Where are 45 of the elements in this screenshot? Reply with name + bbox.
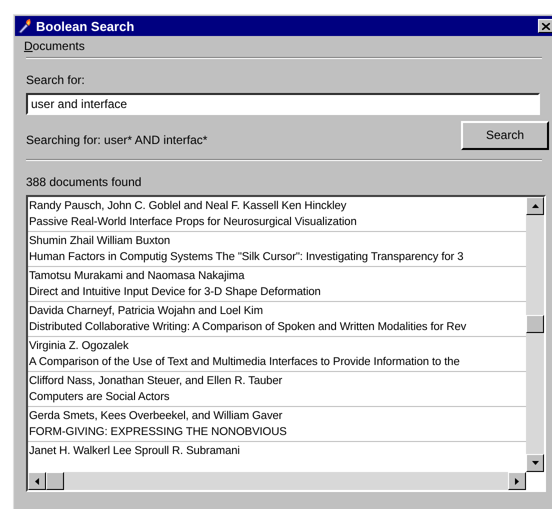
- result-item[interactable]: Virginia Z. Ogozalek A Comparison of the Use of Text and Multimedia Interfaces to Provide Information to the: [28, 337, 526, 372]
- result-item[interactable]: Randy Pausch, John C. Goblel and Neal F. Kassell Ken Hinckley Passive Real-World Interface Props for Neurosurgical Visualization: [28, 197, 526, 232]
- result-authors: Davida Charneyf, Patricia Wojahn and Loel Kim: [29, 304, 263, 319]
- result-authors: Janet H. Walkerl Lee Sproull R. Subramani: [29, 444, 240, 459]
- result-item[interactable]: Janet H. Walkerl Lee Sproull R. Subramani: [28, 442, 526, 460]
- up-arrow-icon: [532, 204, 538, 208]
- vertical-scrollbar[interactable]: [526, 197, 544, 472]
- horizontal-scrollbar[interactable]: [28, 472, 526, 490]
- right-arrow-icon: [515, 478, 519, 484]
- window-title: Boolean Search: [36, 18, 136, 34]
- result-item[interactable]: Davida Charneyf, Patricia Wojahn and Loel Kim Distributed Collaborative Writing: A Comparison of Spoken and Written Modalities for Rev: [28, 302, 526, 337]
- result-authors: Gerda Smets, Kees Overbeekel, and William Gaver: [29, 409, 282, 424]
- scroll-thumb[interactable]: [46, 472, 64, 490]
- result-authors: Virginia Z. Ogozalek: [29, 339, 129, 354]
- result-authors: Shumin Zhail William Buxton: [29, 234, 170, 249]
- scroll-down-button[interactable]: [526, 454, 544, 472]
- result-title: A Comparison of the Use of Text and Multimedia Interfaces to Provide Information to the: [29, 355, 460, 370]
- result-title: FORM-GIVING: EXPRESSING THE NONOBVIOUS: [29, 425, 287, 440]
- result-item[interactable]: Tamotsu Murakami and Naomasa Nakajima Direct and Intuitive Input Device for 3-D Shape Deformation: [28, 267, 526, 302]
- torch-icon: [17, 18, 33, 34]
- result-authors: Tamotsu Murakami and Naomasa Nakajima: [29, 269, 244, 284]
- search-label: Search for:: [26, 73, 86, 87]
- scroll-up-button[interactable]: [526, 197, 544, 215]
- result-authors: Randy Pausch, John C. Goblel and Neal F. Kassell Ken Hinckley: [29, 199, 346, 214]
- down-arrow-icon: [532, 461, 538, 465]
- close-icon: [542, 22, 550, 30]
- result-item[interactable]: Gerda Smets, Kees Overbeekel, and William Gaver FORM-GIVING: EXPRESSING THE NONOBVIOUS: [28, 407, 526, 442]
- result-title: Human Factors in Computig Systems The "Silk Cursor": Investigating Transparency for 3: [29, 250, 464, 265]
- search-status: Searching for: user* AND interfac*: [26, 133, 208, 147]
- results-count: 388 documents found: [26, 175, 142, 189]
- result-title: Distributed Collaborative Writing: A Comparison of Spoken and Written Modalities for Rev: [29, 320, 466, 335]
- result-title: Direct and Intuitive Input Device for 3-D Shape Deformation: [29, 285, 321, 300]
- result-item[interactable]: Shumin Zhail William Buxton Human Factors in Computig Systems The "Silk Cursor": Investigating Transparency for 3: [28, 232, 526, 267]
- scroll-right-button[interactable]: [508, 472, 526, 490]
- left-arrow-icon: [35, 478, 39, 484]
- scroll-left-button[interactable]: [28, 472, 46, 490]
- search-field[interactable]: user and interface: [26, 93, 540, 115]
- result-authors: Clifford Nass, Jonathan Steuer, and Ellen R. Tauber: [29, 374, 282, 389]
- result-title: Computers are Social Actors: [29, 390, 170, 405]
- result-item[interactable]: Clifford Nass, Jonathan Steuer, and Ellen R. Tauber Computers are Social Actors: [28, 372, 526, 407]
- close-button[interactable]: [538, 19, 552, 33]
- result-title: Passive Real-World Interface Props for Neurosurgical Visualization: [29, 215, 357, 230]
- menu-item[interactable]: Documents: [24, 39, 85, 53]
- scroll-thumb[interactable]: [526, 315, 544, 333]
- search-button[interactable]: Search: [461, 120, 549, 150]
